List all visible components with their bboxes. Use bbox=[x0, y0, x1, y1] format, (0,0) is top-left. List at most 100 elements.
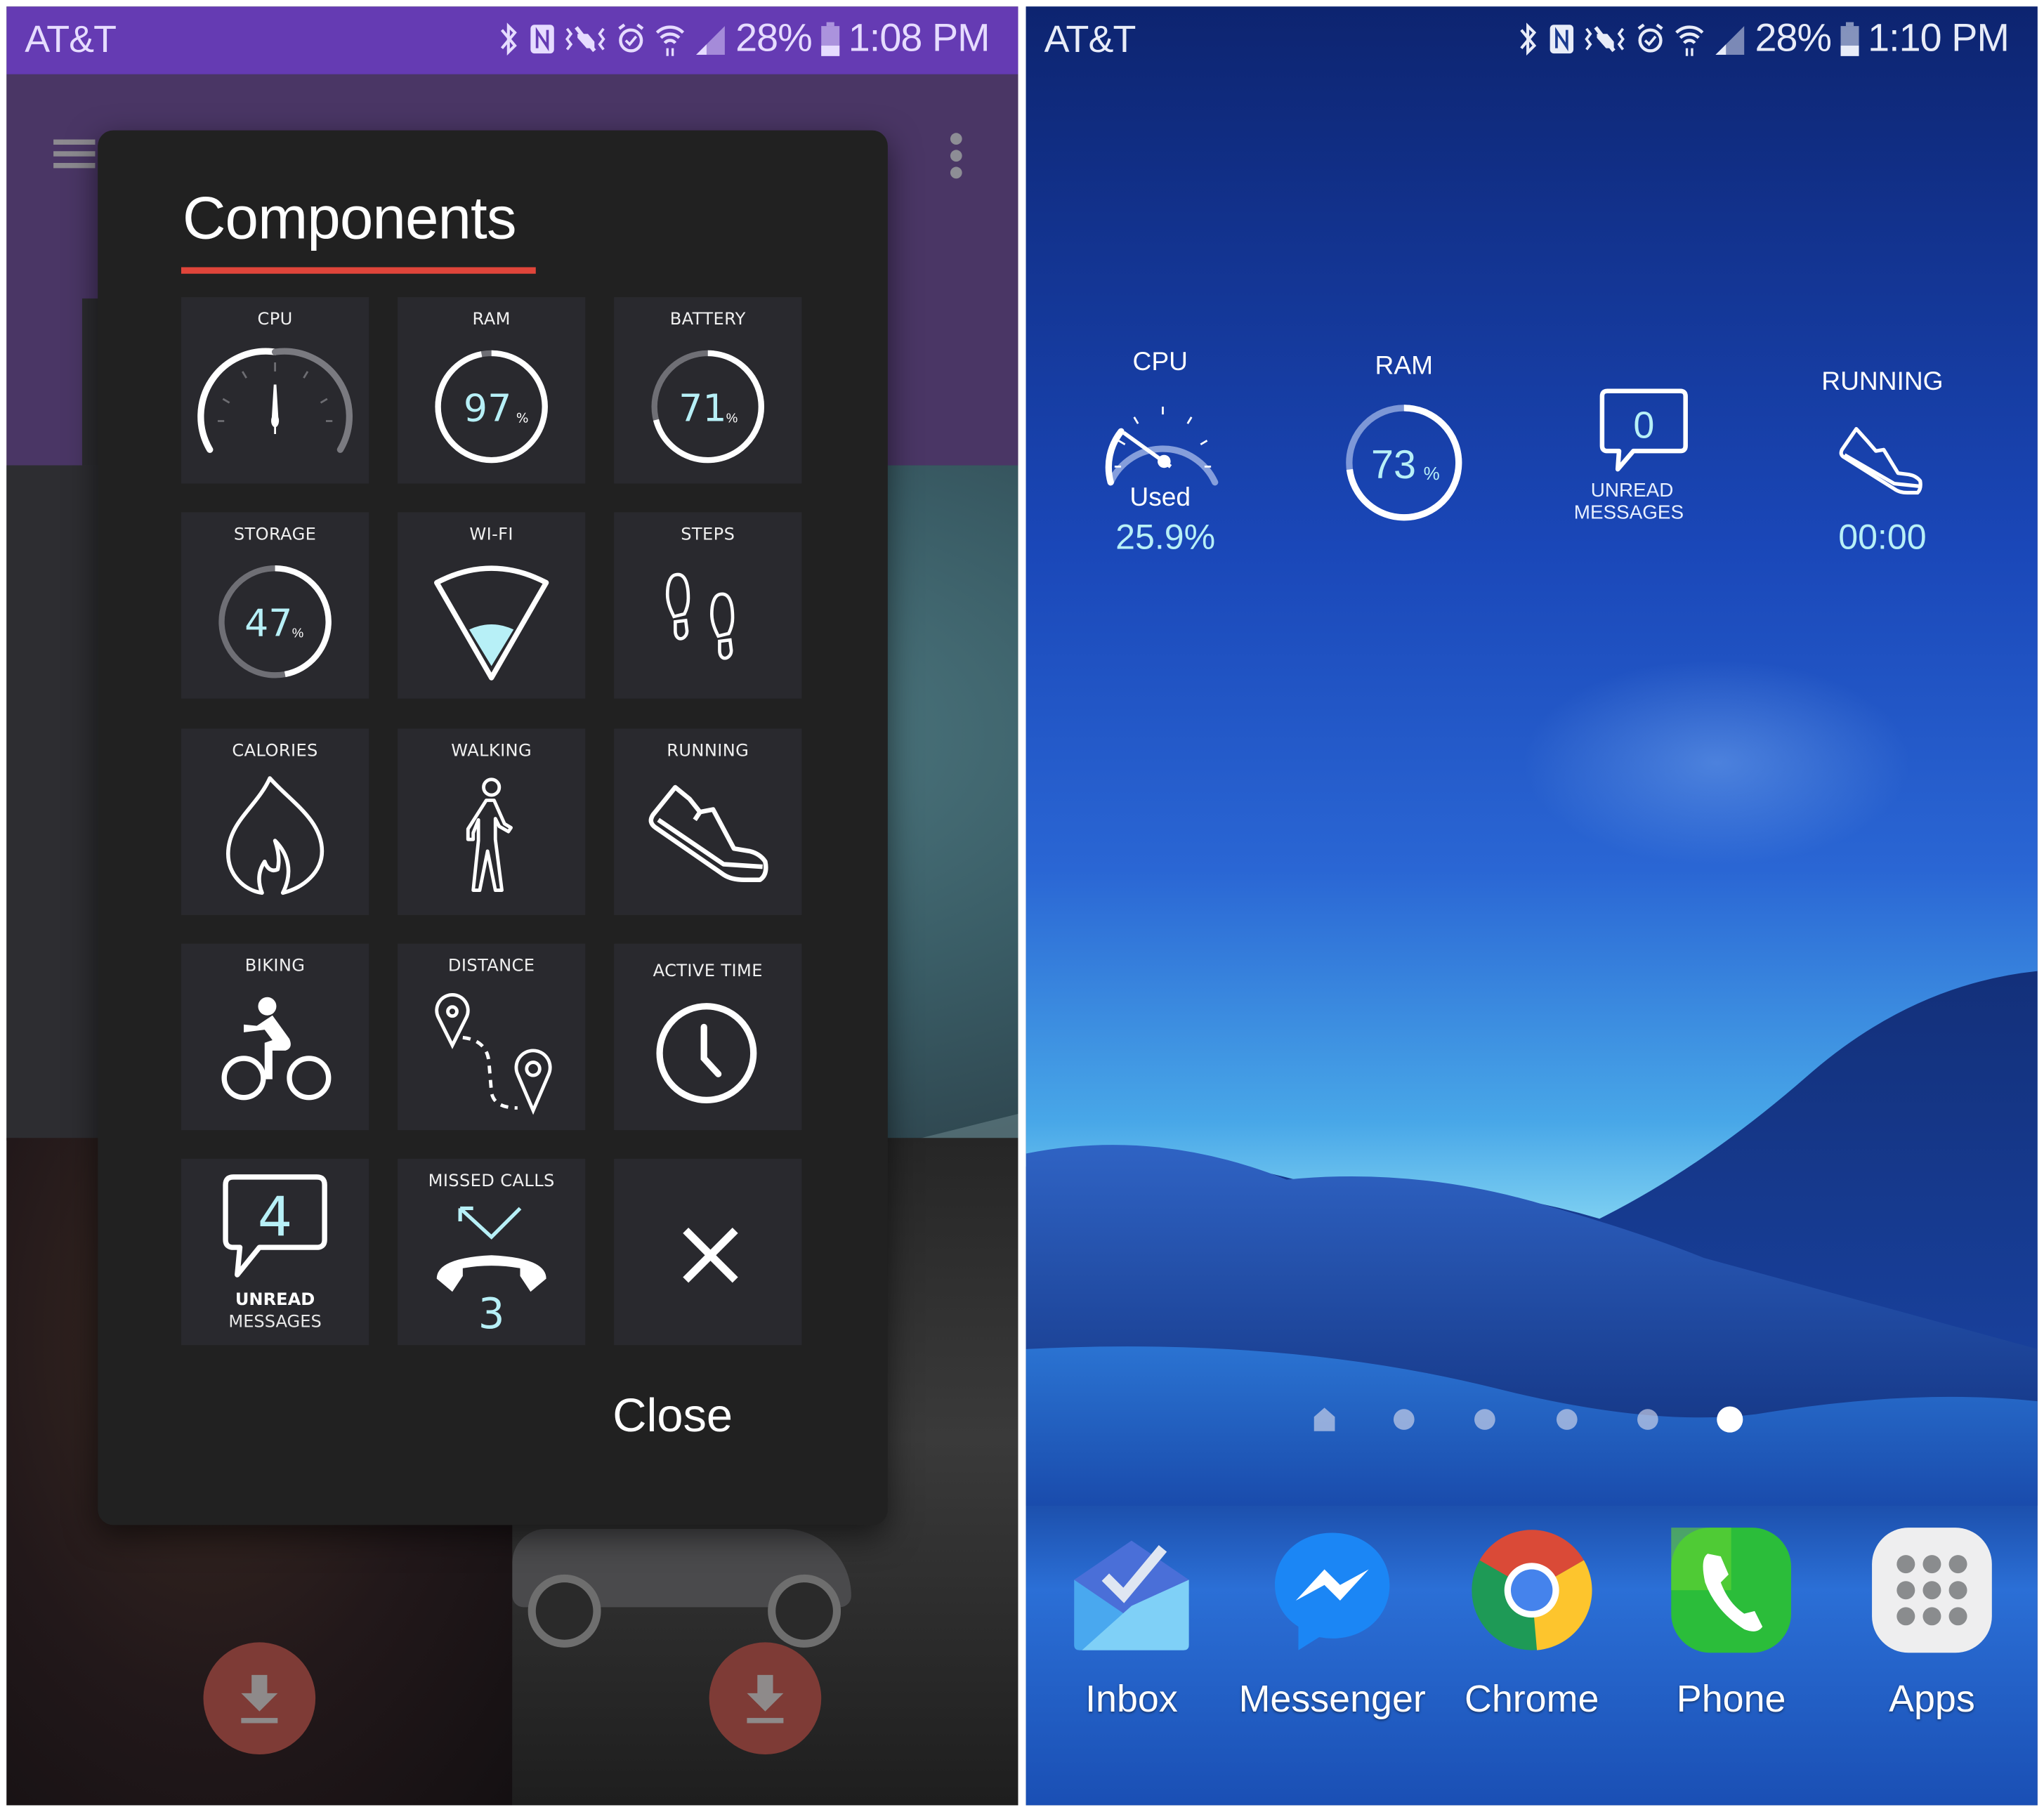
cyclist-icon bbox=[221, 997, 332, 1101]
unread-label-line2: MESSAGES bbox=[1573, 501, 1684, 525]
component-tile-unread-messages[interactable]: 4 UNREAD MESSAGES bbox=[181, 1158, 369, 1346]
battery-unit: % bbox=[726, 410, 738, 425]
missed-call-icon: 3 bbox=[436, 1206, 546, 1339]
dock-app-chrome[interactable]: Chrome bbox=[1441, 1525, 1623, 1733]
component-tile-active-time[interactable]: ACTIVE TIME bbox=[614, 943, 802, 1131]
dock-app-phone[interactable]: Phone bbox=[1640, 1525, 1823, 1733]
wifi-icon bbox=[1674, 21, 1705, 58]
page-dot[interactable] bbox=[1556, 1409, 1578, 1430]
component-tile-wifi[interactable]: WI-FI bbox=[398, 512, 586, 699]
ram-value: 73 bbox=[1371, 442, 1416, 487]
close-x-icon bbox=[683, 1228, 738, 1283]
phone-icon bbox=[1671, 1528, 1792, 1653]
component-tile-missed-calls[interactable]: MISSED CALLS 3 bbox=[398, 1158, 586, 1346]
signal-icon bbox=[1713, 21, 1747, 58]
component-tile-running[interactable]: RUNNING bbox=[614, 728, 802, 915]
component-tile-battery[interactable]: BATTERY 71 % bbox=[614, 297, 802, 484]
ram-unit: % bbox=[1424, 463, 1440, 484]
running-time-value: 00:00 bbox=[1838, 517, 1927, 557]
page-dot[interactable] bbox=[1637, 1409, 1658, 1430]
unread-count: 0 bbox=[1633, 405, 1654, 447]
battery-percent: 28% bbox=[1755, 17, 1832, 60]
nfc-icon bbox=[530, 21, 556, 58]
carrier-name: AT&T bbox=[1044, 19, 1136, 62]
download-button[interactable] bbox=[709, 1642, 822, 1755]
speedometer-icon bbox=[197, 348, 353, 453]
download-icon bbox=[241, 1674, 278, 1724]
running-widget-label: RUNNING bbox=[1821, 367, 1944, 397]
storage-unit: % bbox=[292, 626, 304, 641]
running-shoe-icon bbox=[648, 784, 768, 882]
tile-label: MESSAGES bbox=[228, 1311, 321, 1331]
battery-icon bbox=[1839, 21, 1860, 58]
alarm-icon bbox=[615, 21, 647, 58]
clock-time: 1:08 PM bbox=[848, 17, 990, 60]
bluetooth-icon bbox=[1515, 21, 1541, 58]
title-underline bbox=[181, 267, 536, 274]
background-strip bbox=[6, 465, 98, 1141]
left-phone-screen: AT&T 28% 1:08 PM Components CPU RAM 97 %… bbox=[6, 6, 1018, 1806]
more-options-icon[interactable] bbox=[950, 133, 966, 185]
cpu-used-caption: Used bbox=[1129, 483, 1191, 513]
download-icon bbox=[747, 1674, 784, 1724]
inbox-icon bbox=[1074, 1540, 1189, 1650]
component-tile-calories[interactable]: CALORIES bbox=[181, 728, 369, 915]
clock-time: 1:10 PM bbox=[1868, 17, 2010, 60]
dock-app-messenger[interactable]: Messenger bbox=[1239, 1525, 1426, 1733]
missed-call-count: 3 bbox=[478, 1290, 505, 1339]
dialog-title: Components bbox=[182, 183, 517, 252]
dock-app-apps[interactable]: Apps bbox=[1841, 1525, 2024, 1733]
carrier-name: AT&T bbox=[25, 19, 117, 62]
component-tile-steps[interactable]: STEPS bbox=[614, 512, 802, 699]
cpu-gauge-icon bbox=[1105, 407, 1219, 486]
battery-value: 71 bbox=[679, 386, 726, 430]
component-tile-distance[interactable]: DISTANCE bbox=[398, 943, 586, 1131]
dock-label: Phone bbox=[1676, 1679, 1786, 1721]
messenger-icon bbox=[1275, 1532, 1390, 1650]
apps-grid-icon bbox=[1872, 1528, 1992, 1653]
ram-widget-label: RAM bbox=[1375, 352, 1434, 381]
walking-person-icon bbox=[466, 777, 513, 892]
component-tile-biking[interactable]: BIKING bbox=[181, 943, 369, 1131]
home-page-indicator-icon[interactable] bbox=[1313, 1407, 1336, 1433]
ram-value: 97 bbox=[464, 386, 511, 430]
cpu-used-value: 25.9% bbox=[1115, 517, 1216, 557]
status-bar: AT&T 28% 1:08 PM bbox=[6, 6, 1018, 74]
page-dot[interactable] bbox=[1393, 1409, 1415, 1430]
unread-count: 4 bbox=[258, 1186, 293, 1249]
bluetooth-icon bbox=[496, 21, 522, 58]
battery-percent: 28% bbox=[735, 17, 813, 60]
signal-icon bbox=[694, 21, 728, 58]
page-dot-active[interactable] bbox=[1717, 1406, 1743, 1433]
wifi-icon bbox=[655, 21, 686, 58]
chat-bubble-icon: 0 bbox=[1599, 388, 1688, 472]
storage-ring-gauge: 47 % bbox=[218, 565, 332, 678]
component-tile-ram[interactable]: RAM 97 % bbox=[398, 297, 586, 484]
page-indicator bbox=[1313, 1404, 1743, 1436]
component-tile-remove[interactable] bbox=[614, 1158, 802, 1346]
flame-icon bbox=[225, 776, 325, 895]
route-pins-icon bbox=[435, 993, 552, 1115]
chrome-icon bbox=[1472, 1530, 1592, 1650]
right-phone-screen: AT&T 28% 1:10 PM CPU Used 25.9% RAM 73 %… bbox=[1026, 6, 2038, 1806]
unread-label-line1: UNREAD bbox=[1590, 479, 1674, 502]
download-button[interactable] bbox=[203, 1642, 316, 1755]
footprints-icon bbox=[665, 572, 735, 660]
vibrate-mute-icon bbox=[1583, 21, 1627, 58]
dock-label: Apps bbox=[1889, 1679, 1975, 1721]
tile-label: UNREAD bbox=[235, 1289, 315, 1309]
close-button[interactable]: Close bbox=[612, 1388, 733, 1443]
wifi-cone-icon bbox=[434, 565, 549, 681]
page-dot[interactable] bbox=[1474, 1409, 1495, 1430]
dock-app-inbox[interactable]: Inbox bbox=[1040, 1525, 1223, 1733]
ram-ring-gauge: 73 % bbox=[1346, 405, 1462, 521]
menu-icon[interactable] bbox=[53, 139, 96, 173]
storage-value: 47 bbox=[244, 601, 292, 645]
status-bar: AT&T 28% 1:10 PM bbox=[1026, 6, 2038, 74]
clock-icon bbox=[656, 1003, 757, 1104]
component-tile-walking[interactable]: WALKING bbox=[398, 728, 586, 915]
chat-bubble-icon: 4 UNREAD MESSAGES bbox=[223, 1174, 327, 1331]
component-tile-storage[interactable]: STORAGE 47 % bbox=[181, 512, 369, 699]
component-tile-cpu[interactable]: CPU bbox=[181, 297, 369, 484]
battery-ring-gauge: 71 % bbox=[651, 350, 765, 464]
